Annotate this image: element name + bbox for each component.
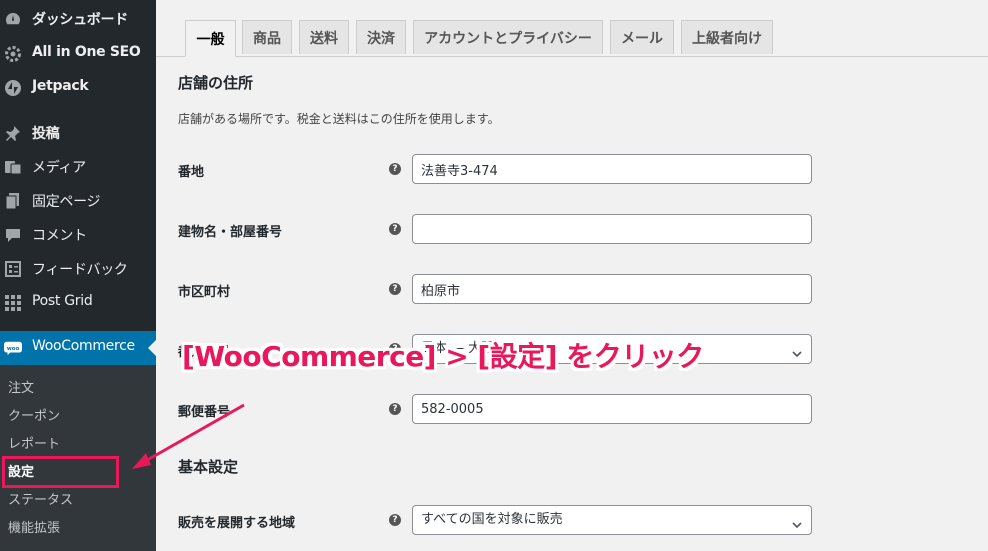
field-label-address2: 建物名・部屋番号: [178, 225, 283, 240]
sidebar-item-post-grid[interactable]: Post Grid: [0, 286, 156, 320]
submenu-status[interactable]: ステータス: [8, 489, 73, 508]
sidebar-item-label: Post Grid: [32, 293, 93, 309]
submenu-coupons[interactable]: クーポン: [8, 405, 60, 424]
sidebar-item-label: フィードバック: [32, 262, 128, 278]
help-icon[interactable]: ?: [389, 163, 401, 175]
chevron-down-icon: [791, 514, 803, 542]
settings-main: 一般 商品 送料 決済 アカウントとプライバシー メール 上級者向け 店舗の住所…: [156, 0, 988, 551]
sidebar-item-label: 投稿: [32, 126, 60, 142]
tab-email[interactable]: メール: [610, 20, 674, 54]
woo-icon: woo: [4, 339, 22, 357]
sidebar-item-woocommerce[interactable]: woo WooCommerce: [0, 331, 156, 365]
grid-icon: [4, 294, 22, 312]
sidebar-item-feedback[interactable]: フィードバック: [0, 252, 156, 286]
sidebar-item-aioseo[interactable]: All in One SEO: [0, 37, 156, 71]
field-label-selling-location: 販売を展開する地域: [178, 516, 296, 531]
address2-input[interactable]: [412, 214, 812, 244]
tab-shipping[interactable]: 送料: [299, 20, 349, 54]
sidebar-item-comments[interactable]: コメント: [0, 218, 156, 252]
page-icon: [4, 192, 22, 210]
submenu-extensions[interactable]: 機能拡張: [8, 517, 60, 536]
section-title-basic-settings: 基本設定: [178, 458, 239, 476]
help-icon[interactable]: ?: [389, 403, 401, 415]
annotation-callout: [WooCommerce] > [設定] をクリック: [182, 340, 704, 373]
field-label-city: 市区町村: [178, 285, 231, 300]
sidebar-item-label: WooCommerce: [32, 338, 135, 354]
section-title-store-address: 店舗の住所: [178, 74, 254, 92]
gear-icon: [4, 45, 22, 63]
sidebar-item-label: ダッシュボード: [32, 12, 128, 28]
comment-icon: [4, 226, 22, 244]
media-icon: [4, 158, 22, 176]
help-icon[interactable]: ?: [389, 514, 401, 526]
current-menu-arrow: [148, 340, 156, 356]
submenu-orders[interactable]: 注文: [8, 377, 34, 396]
submenu-reports[interactable]: レポート: [8, 433, 60, 452]
sidebar-item-label: メディア: [32, 160, 86, 176]
selling-location-select-value: すべての国を対象に販売: [421, 512, 563, 527]
pin-icon: [4, 124, 22, 142]
sidebar-item-label: All in One SEO: [32, 44, 141, 60]
help-icon[interactable]: ?: [389, 283, 401, 295]
city-input[interactable]: [412, 274, 812, 304]
postcode-input[interactable]: [412, 394, 812, 424]
sidebar-item-posts[interactable]: 投稿: [0, 116, 156, 150]
sidebar-item-label: コメント: [32, 228, 87, 244]
sidebar-item-pages[interactable]: 固定ページ: [0, 184, 156, 218]
feedback-icon: [4, 260, 22, 278]
dashboard-icon: [4, 10, 22, 28]
tab-advanced[interactable]: 上級者向け: [681, 20, 773, 54]
tab-payments[interactable]: 決済: [356, 20, 406, 54]
field-label-postcode: 郵便番号: [178, 405, 231, 420]
sidebar-item-label: 固定ページ: [32, 194, 101, 210]
sidebar-item-jetpack[interactable]: Jetpack: [0, 71, 156, 105]
jetpack-icon: [4, 79, 22, 97]
tab-general[interactable]: 一般: [185, 20, 236, 57]
svg-text:woo: woo: [7, 346, 20, 352]
help-icon[interactable]: ?: [389, 223, 401, 235]
address1-input[interactable]: [412, 154, 812, 184]
sidebar-item-dashboard[interactable]: ダッシュボード: [0, 2, 156, 36]
settings-tabs: 一般 商品 送料 決済 アカウントとプライバシー メール 上級者向け: [156, 0, 988, 57]
field-label-address1: 番地: [178, 165, 205, 180]
settings-highlight-box: [2, 456, 119, 488]
chevron-down-icon: [791, 343, 803, 371]
selling-location-select[interactable]: すべての国を対象に販売: [412, 505, 812, 535]
sidebar-item-media[interactable]: メディア: [0, 150, 156, 184]
sidebar-item-label: Jetpack: [32, 78, 89, 94]
tab-products[interactable]: 商品: [242, 20, 292, 54]
section-description: 店舗がある場所です。税金と送料はこの住所を使用します。: [178, 112, 500, 126]
tab-accounts-privacy[interactable]: アカウントとプライバシー: [413, 20, 603, 54]
